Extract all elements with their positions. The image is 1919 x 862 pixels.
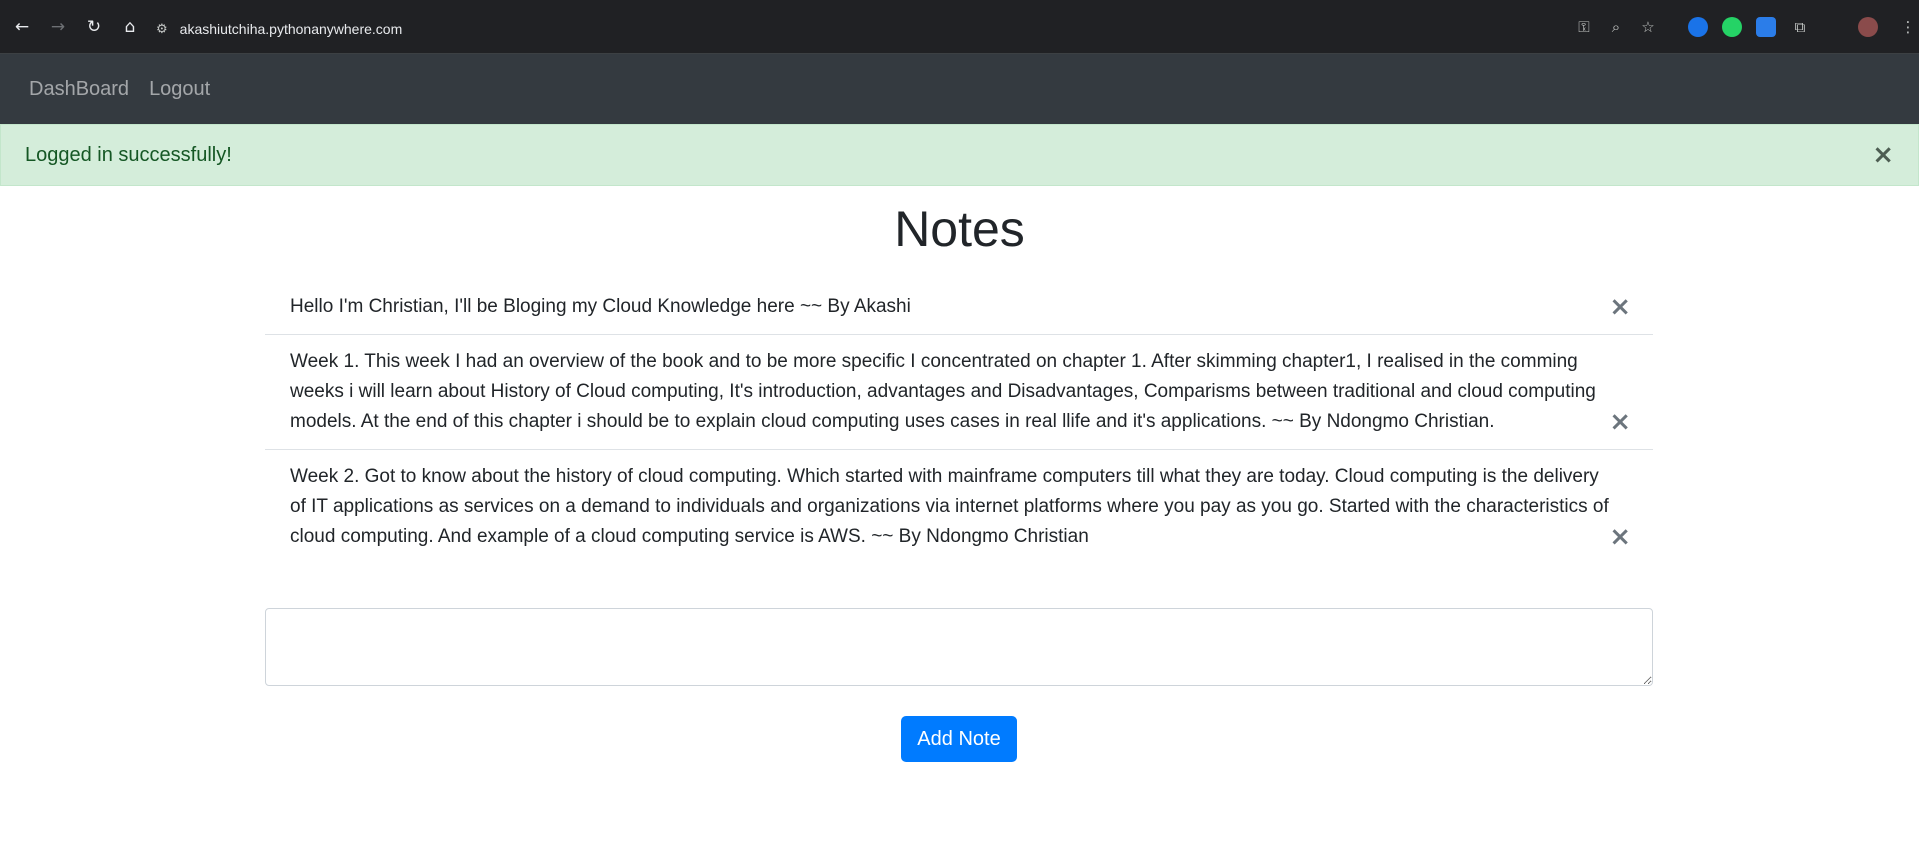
reload-icon[interactable]: ↻ bbox=[76, 9, 112, 45]
extensions-puzzle-icon[interactable]: ⧉ bbox=[1790, 11, 1810, 43]
nav-logout-link[interactable]: Logout bbox=[149, 78, 210, 101]
nav-dashboard-link[interactable]: DashBoard bbox=[29, 78, 129, 101]
browser-toolbar: ← → ↻ ⌂ ⚙ akashiutchiha.pythonanywhere.c… bbox=[0, 0, 1919, 54]
success-alert: Logged in successfully! × bbox=[0, 124, 1919, 186]
alert-message: Logged in successfully! bbox=[25, 143, 232, 166]
extension-fi-icon[interactable] bbox=[1756, 17, 1776, 37]
profile-avatar[interactable] bbox=[1858, 17, 1878, 37]
forward-icon[interactable]: → bbox=[40, 9, 76, 45]
page-title: Notes bbox=[894, 201, 1025, 257]
zoom-icon[interactable]: ⌕ bbox=[1600, 11, 1632, 43]
delete-note-icon[interactable]: × bbox=[1609, 409, 1631, 435]
add-note-button[interactable]: Add Note bbox=[901, 716, 1017, 762]
note-text: Hello I'm Christian, I'll be Bloging my … bbox=[290, 296, 911, 317]
note-item: Hello I'm Christian, I'll be Bloging my … bbox=[265, 280, 1653, 335]
back-icon[interactable]: ← bbox=[4, 9, 40, 45]
browser-menu-icon[interactable]: ⋮ bbox=[1898, 11, 1918, 43]
address-bar[interactable]: ⚙ akashiutchiha.pythonanywhere.com bbox=[156, 11, 1578, 47]
note-item: Week 1. This week I had an overview of t… bbox=[265, 335, 1653, 450]
address-bar-actions: ⚿ ⌕ ☆ bbox=[1568, 11, 1664, 43]
delete-note-icon[interactable]: × bbox=[1609, 524, 1631, 550]
extension-blue-icon[interactable] bbox=[1688, 17, 1708, 37]
notes-list: Hello I'm Christian, I'll be Bloging my … bbox=[265, 280, 1653, 564]
note-text: Week 1. This week I had an overview of t… bbox=[290, 351, 1596, 432]
home-icon[interactable]: ⌂ bbox=[112, 9, 148, 45]
app-navbar: DashBoard Logout bbox=[0, 54, 1919, 124]
alert-close-icon[interactable]: × bbox=[1872, 141, 1894, 169]
note-text: Week 2. Got to know about the history of… bbox=[290, 466, 1609, 547]
url-text[interactable]: akashiutchiha.pythonanywhere.com bbox=[180, 21, 403, 37]
note-item: Week 2. Got to know about the history of… bbox=[265, 450, 1653, 564]
bookmark-star-icon[interactable]: ☆ bbox=[1632, 11, 1664, 43]
whatsapp-extension-icon[interactable] bbox=[1722, 17, 1742, 37]
site-info-icon[interactable]: ⚙ bbox=[156, 22, 168, 37]
note-textarea[interactable] bbox=[265, 608, 1653, 686]
extensions-area: ⧉ ⋮ bbox=[1688, 11, 1918, 43]
password-key-icon[interactable]: ⚿ bbox=[1568, 11, 1600, 43]
delete-note-icon[interactable]: × bbox=[1609, 294, 1631, 320]
